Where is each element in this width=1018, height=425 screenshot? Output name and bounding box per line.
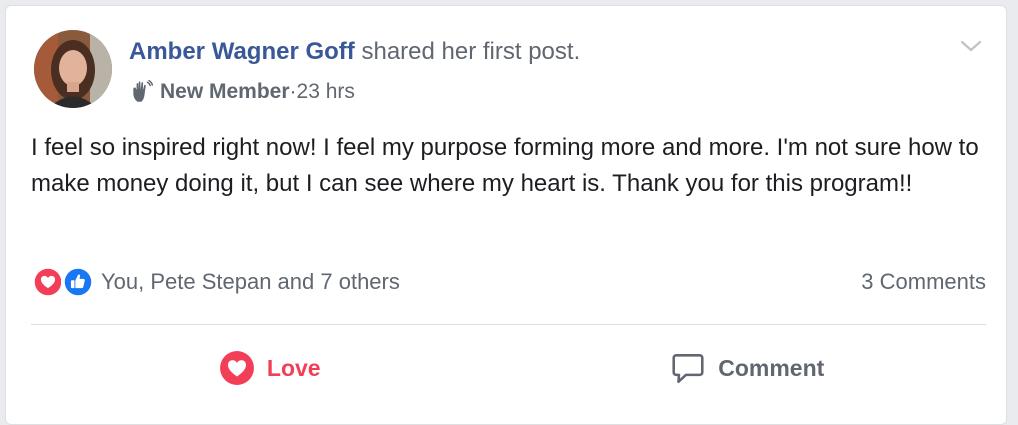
comment-button-label: Comment	[718, 354, 825, 381]
reactions-summary[interactable]: You, Pete Stepan and 7 others	[31, 265, 400, 299]
action-bar: Love Comment	[31, 336, 986, 400]
comment-icon	[672, 354, 704, 384]
love-reaction-icon	[219, 351, 254, 385]
reactions-row: You, Pete Stepan and 7 others 3 Comments	[31, 262, 986, 302]
post-card: Amber Wagner Goff shared her first post.…	[5, 5, 1007, 425]
meta-separator: ·	[289, 80, 297, 103]
chevron-down-icon[interactable]	[958, 36, 984, 56]
love-icon	[31, 265, 65, 299]
comment-button[interactable]: Comment	[509, 336, 987, 400]
love-button[interactable]: Love	[31, 336, 509, 400]
post-meta: New Member · 23 hrs	[129, 78, 355, 106]
author-name-link[interactable]: Amber Wagner Goff	[129, 38, 355, 65]
divider	[31, 324, 986, 325]
waving-hand-icon	[133, 79, 154, 102]
post-action-text: shared her first post.	[354, 38, 581, 65]
post-header: Amber Wagner Goff shared her first post.	[129, 36, 580, 68]
avatar-image	[34, 30, 112, 108]
member-badge[interactable]: New Member	[160, 78, 290, 106]
love-button-label: Love	[266, 354, 321, 381]
like-icon	[61, 265, 95, 299]
reaction-names: You, Pete Stepan and 7 others	[101, 269, 400, 294]
comments-count-link[interactable]: 3 Comments	[861, 269, 986, 295]
post-timestamp[interactable]: 23 hrs	[297, 78, 355, 106]
post-body: I feel so inspired right now! I feel my …	[31, 134, 979, 197]
avatar[interactable]	[34, 30, 112, 108]
